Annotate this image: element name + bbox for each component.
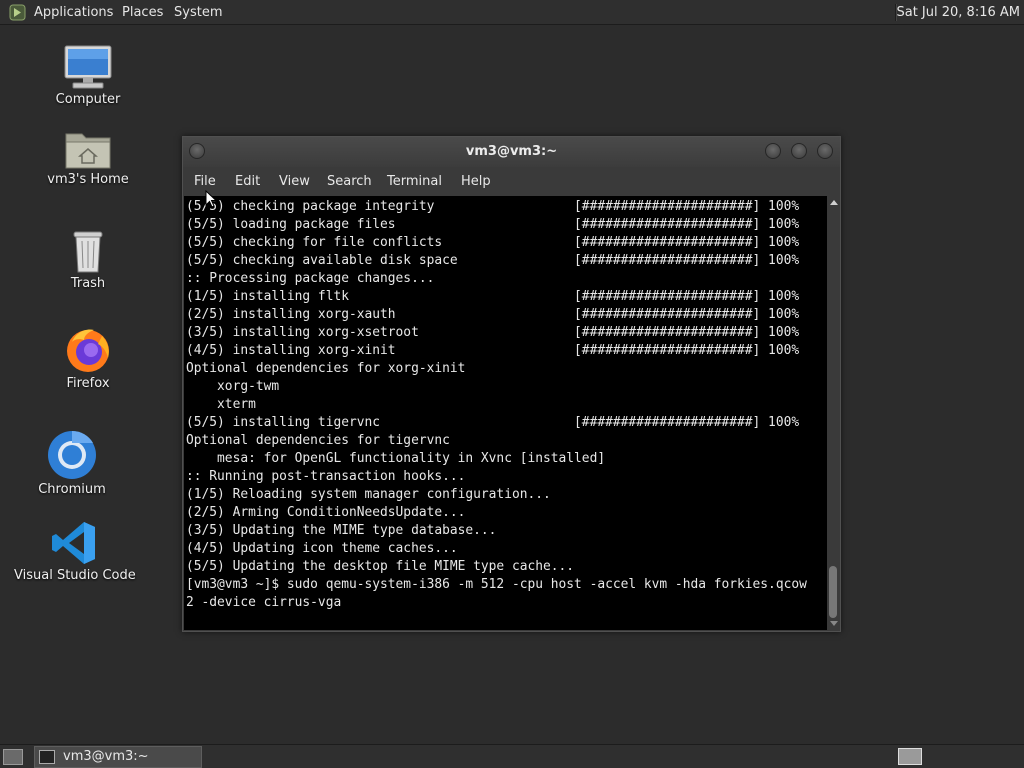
mouse-cursor-icon (205, 190, 217, 208)
bottom-panel: vm3@vm3:~ (0, 744, 1024, 768)
firefox-icon (67, 329, 109, 372)
desktop-icon-label: Firefox (66, 376, 110, 391)
menu-view[interactable]: View (279, 167, 310, 196)
taskbar-item-label: vm3@vm3:~ (63, 749, 149, 764)
minimize-button[interactable] (765, 143, 781, 159)
scrollbar-thumb[interactable] (829, 566, 837, 618)
top-panel: Applications Places System Sat Jul 20, 8… (0, 0, 1024, 25)
terminal-output[interactable]: (5/5) checking package integrity [######… (184, 196, 827, 630)
distro-logo-icon[interactable] (9, 4, 26, 21)
system-menu[interactable]: System (174, 0, 222, 25)
menu-terminal[interactable]: Terminal (387, 167, 442, 196)
terminal-scrollbar[interactable] (827, 196, 840, 630)
terminal-menubar: File Edit View Search Terminal Help (183, 167, 840, 196)
workspace-switcher[interactable] (898, 748, 922, 765)
desktop-icon-computer[interactable]: Computer (48, 44, 128, 107)
window-title: vm3@vm3:~ (465, 144, 558, 159)
home-folder-icon (65, 133, 111, 169)
desktop-icon-label: Computer (55, 92, 121, 107)
scroll-down-icon[interactable] (830, 621, 838, 626)
menu-search[interactable]: Search (327, 167, 372, 196)
desktop-icon-chromium[interactable]: Chromium (32, 430, 112, 497)
menu-edit[interactable]: Edit (235, 167, 260, 196)
applications-menu[interactable]: Applications (34, 0, 113, 25)
desktop-icon-label: vm3's Home (47, 172, 129, 187)
window-titlebar[interactable]: vm3@vm3:~ (183, 137, 840, 167)
maximize-button[interactable] (791, 143, 807, 159)
vscode-icon (52, 522, 95, 564)
terminal-icon (39, 750, 55, 764)
close-button[interactable] (817, 143, 833, 159)
desktop-icon-vscode[interactable]: Visual Studio Code (14, 520, 136, 583)
desktop-icon-label: Visual Studio Code (14, 568, 136, 583)
desktop-icon-label: Chromium (38, 482, 106, 497)
menu-help[interactable]: Help (461, 167, 491, 196)
scroll-up-icon[interactable] (830, 200, 838, 205)
desktop-icon-home[interactable]: vm3's Home (38, 128, 138, 187)
terminal-window[interactable]: vm3@vm3:~ File Edit View Search Terminal… (182, 136, 841, 632)
computer-icon (64, 45, 112, 89)
chromium-icon (48, 430, 96, 479)
desktop-icon-trash[interactable]: Trash (48, 228, 128, 291)
terminal-text: (5/5) checking package integrity [######… (186, 199, 807, 610)
trash-icon (73, 231, 103, 273)
places-menu[interactable]: Places (122, 0, 163, 25)
desktop-icon-firefox[interactable]: Firefox (48, 326, 128, 391)
desktop-icon-label: Trash (70, 276, 106, 291)
clock[interactable]: Sat Jul 20, 8:16 AM (896, 0, 1020, 25)
taskbar-item-terminal[interactable]: vm3@vm3:~ (34, 746, 202, 768)
show-desktop-icon[interactable] (3, 749, 23, 765)
